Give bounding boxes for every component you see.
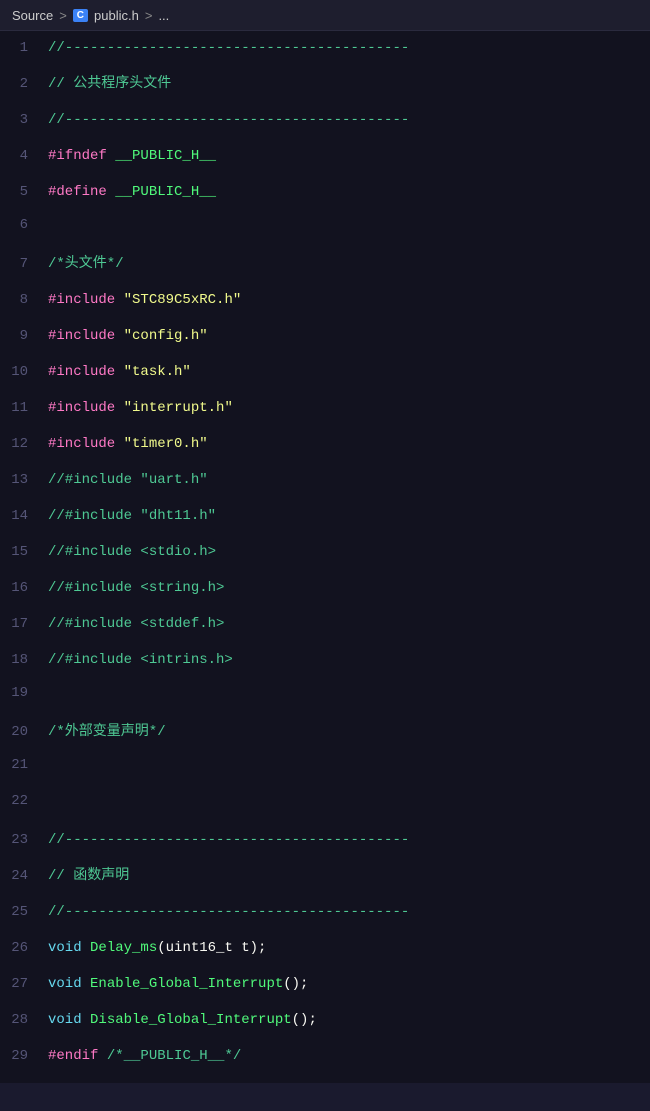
code-line: 7/*头文件*/ [0, 251, 650, 287]
line-number: 10 [0, 364, 48, 380]
line-number: 11 [0, 400, 48, 416]
code-line: 9#include "config.h" [0, 323, 650, 359]
line-content: // 公共程序头文件 [48, 73, 171, 95]
line-content: //#include <intrins.h> [48, 649, 233, 671]
breadcrumb-c-icon: C [73, 9, 88, 22]
code-line: 3//-------------------------------------… [0, 107, 650, 143]
line-number: 28 [0, 1012, 48, 1028]
line-content: #ifndef __PUBLIC_H__ [48, 145, 216, 167]
line-content: #endif /*__PUBLIC_H__*/ [48, 1045, 241, 1067]
line-number: 19 [0, 685, 48, 701]
line-content: #include "task.h" [48, 361, 191, 383]
line-content: //#include "uart.h" [48, 469, 208, 491]
line-number: 21 [0, 757, 48, 773]
code-line: 18//#include <intrins.h> [0, 647, 650, 683]
line-number: 1 [0, 40, 48, 56]
line-content: //--------------------------------------… [48, 829, 409, 851]
code-line: 23//------------------------------------… [0, 827, 650, 863]
code-line: 5#define __PUBLIC_H__ [0, 179, 650, 215]
breadcrumb-file[interactable]: public.h [94, 8, 139, 23]
code-line: 27void Enable_Global_Interrupt(); [0, 971, 650, 1007]
code-line: 24// 函数声明 [0, 863, 650, 899]
line-number: 25 [0, 904, 48, 920]
code-line: 29#endif /*__PUBLIC_H__*/ [0, 1043, 650, 1079]
code-line: 16//#include <string.h> [0, 575, 650, 611]
line-content: #include "STC89C5xRC.h" [48, 289, 241, 311]
line-content: void Enable_Global_Interrupt(); [48, 973, 308, 995]
line-number: 16 [0, 580, 48, 596]
line-content: //--------------------------------------… [48, 901, 409, 923]
line-content: #include "timer0.h" [48, 433, 208, 455]
line-number: 18 [0, 652, 48, 668]
code-line: 25//------------------------------------… [0, 899, 650, 935]
line-number: 4 [0, 148, 48, 164]
code-line: 14//#include "dht11.h" [0, 503, 650, 539]
line-number: 7 [0, 256, 48, 272]
line-number: 5 [0, 184, 48, 200]
line-number: 6 [0, 217, 48, 233]
breadcrumb-sep1: > [59, 8, 67, 23]
code-line: 15//#include <stdio.h> [0, 539, 650, 575]
line-number: 9 [0, 328, 48, 344]
code-line: 21 [0, 755, 650, 791]
line-content: //#include <stddef.h> [48, 613, 224, 635]
code-line: 11#include "interrupt.h" [0, 395, 650, 431]
line-number: 12 [0, 436, 48, 452]
line-number: 15 [0, 544, 48, 560]
line-content: void Delay_ms(uint16_t t); [48, 937, 266, 959]
breadcrumb: Source > C public.h > ... [0, 0, 650, 31]
line-content: //#include "dht11.h" [48, 505, 216, 527]
line-number: 2 [0, 76, 48, 92]
code-editor: 1//-------------------------------------… [0, 31, 650, 1083]
line-content: #include "interrupt.h" [48, 397, 233, 419]
line-content: #define __PUBLIC_H__ [48, 181, 216, 203]
line-content: //#include <stdio.h> [48, 541, 216, 563]
line-number: 14 [0, 508, 48, 524]
code-line: 12#include "timer0.h" [0, 431, 650, 467]
line-content: //--------------------------------------… [48, 109, 409, 131]
breadcrumb-source[interactable]: Source [12, 8, 53, 23]
code-line: 20/*外部变量声明*/ [0, 719, 650, 755]
line-number: 3 [0, 112, 48, 128]
code-line: 2// 公共程序头文件 [0, 71, 650, 107]
line-number: 22 [0, 793, 48, 809]
code-line: 10#include "task.h" [0, 359, 650, 395]
code-line: 1//-------------------------------------… [0, 35, 650, 71]
line-content: #include "config.h" [48, 325, 208, 347]
code-line: 19 [0, 683, 650, 719]
line-number: 13 [0, 472, 48, 488]
line-number: 17 [0, 616, 48, 632]
line-number: 29 [0, 1048, 48, 1064]
line-number: 26 [0, 940, 48, 956]
line-content: // 函数声明 [48, 865, 129, 887]
line-number: 27 [0, 976, 48, 992]
code-line: 22 [0, 791, 650, 827]
code-line: 26void Delay_ms(uint16_t t); [0, 935, 650, 971]
breadcrumb-ellipsis: ... [158, 8, 169, 23]
line-content: //--------------------------------------… [48, 37, 409, 59]
code-line: 28void Disable_Global_Interrupt(); [0, 1007, 650, 1043]
code-line: 6 [0, 215, 650, 251]
line-content: void Disable_Global_Interrupt(); [48, 1009, 317, 1031]
line-content: /*外部变量声明*/ [48, 721, 166, 743]
line-number: 20 [0, 724, 48, 740]
line-content: /*头文件*/ [48, 253, 124, 275]
line-number: 8 [0, 292, 48, 308]
code-line: 8#include "STC89C5xRC.h" [0, 287, 650, 323]
code-line: 13//#include "uart.h" [0, 467, 650, 503]
code-line: 17//#include <stddef.h> [0, 611, 650, 647]
code-line: 4#ifndef __PUBLIC_H__ [0, 143, 650, 179]
breadcrumb-sep2: > [145, 8, 153, 23]
line-number: 23 [0, 832, 48, 848]
line-number: 24 [0, 868, 48, 884]
line-content: //#include <string.h> [48, 577, 224, 599]
